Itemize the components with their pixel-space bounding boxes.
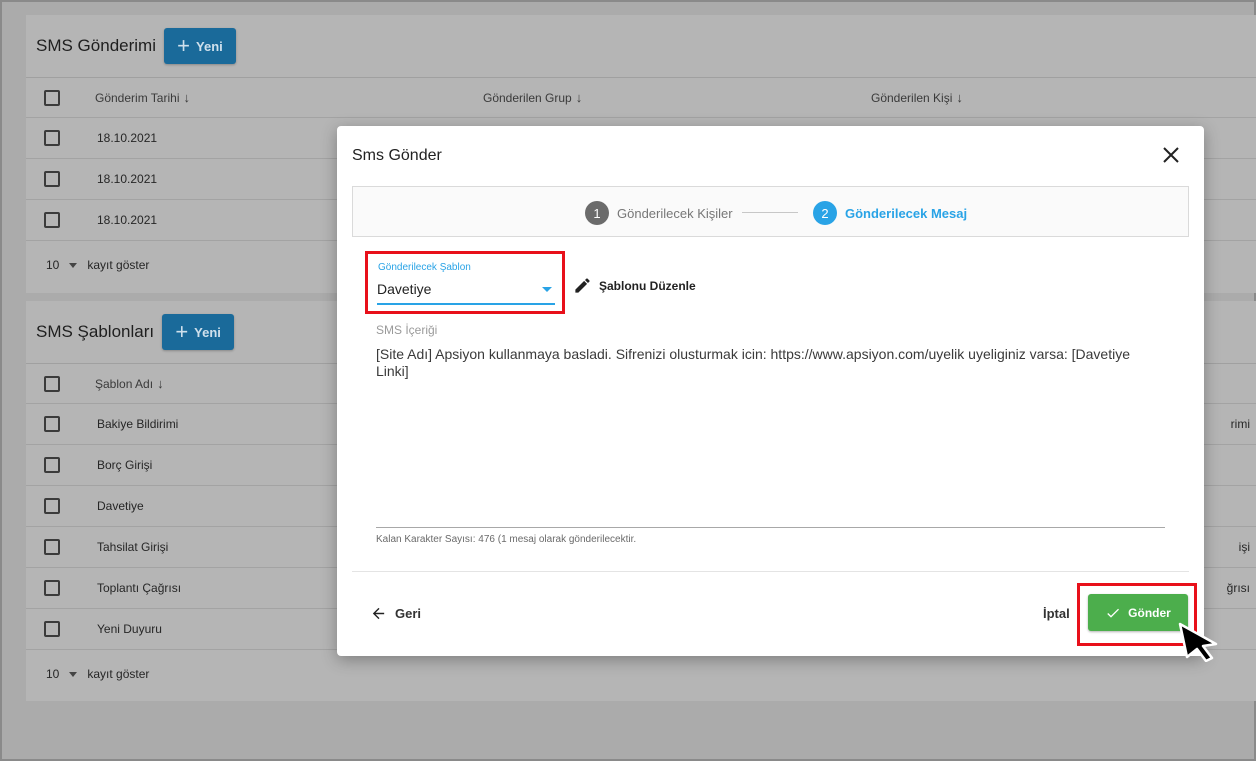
row-date: 18.10.2021	[97, 172, 158, 186]
row-checkbox[interactable]	[44, 171, 60, 187]
template-name: Tahsilat Girişi	[97, 540, 169, 554]
dropdown-caret-icon[interactable]	[69, 262, 78, 268]
new-button-label: Yeni	[194, 324, 221, 340]
table-header: Gönderim Tarihi ↓ Gönderilen Grup ↓ Gönder…	[26, 78, 1256, 118]
sms-sending-title: SMS Gönderimi	[36, 36, 156, 55]
dialog-divider	[352, 571, 1189, 572]
step-message[interactable]: 2 Gönderilecek Mesaj	[813, 201, 967, 225]
plus-icon: +	[175, 319, 189, 344]
truncated-cell: işi	[1238, 540, 1250, 554]
sort-arrow-icon: ↓	[183, 90, 190, 105]
step-recipients[interactable]: 1 Gönderilecek Kişiler	[585, 201, 733, 225]
row-checkbox[interactable]	[44, 539, 60, 555]
stepper: 1 Gönderilecek Kişiler 2 Gönderilecek Me…	[352, 186, 1189, 237]
template-name: Toplantı Çağrısı	[97, 581, 182, 595]
send-label: Gönder	[1128, 605, 1171, 620]
check-icon	[1107, 608, 1120, 618]
template-select-label: Gönderilecek Şablon	[378, 262, 471, 273]
column-header[interactable]: Gönderilen Grup ↓	[483, 90, 582, 105]
textarea-underline	[376, 527, 1165, 528]
template-name: Borç Girişi	[97, 458, 153, 472]
sms-content-textarea[interactable]: [Site Adı] Apsiyon kullanmaya basladi. S…	[376, 346, 1166, 380]
row-checkbox[interactable]	[44, 621, 60, 637]
back-label: Geri	[395, 606, 422, 621]
arrow-left-icon	[372, 607, 385, 620]
sms-content-label: SMS İçeriği	[376, 323, 438, 337]
sort-arrow-icon: ↓	[575, 90, 583, 105]
sms-sending-header: SMS Gönderimi + Yeni	[26, 15, 1256, 78]
plus-icon: +	[177, 33, 191, 58]
cancel-button[interactable]: İptal	[1043, 606, 1070, 621]
sms-templates-title: SMS Şablonları	[36, 322, 155, 341]
select-underline	[377, 303, 555, 305]
select-all-checkbox[interactable]	[44, 375, 60, 392]
template-name: Davetiye	[97, 499, 144, 513]
remaining-characters: Kalan Karakter Sayısı: 476 (1 mesaj olar…	[376, 534, 637, 545]
pencil-icon	[575, 278, 590, 293]
row-checkbox[interactable]	[44, 457, 60, 473]
row-checkbox[interactable]	[44, 580, 60, 596]
edit-template-button[interactable]: Şablonu Düzenle	[573, 276, 696, 295]
truncated-cell: ğrısı	[1226, 581, 1250, 595]
sort-arrow-icon: ↓	[956, 90, 963, 105]
page-size-control[interactable]: 10 kayıt göster	[26, 650, 1256, 698]
truncated-cell: rimi	[1230, 417, 1250, 431]
send-sms-dialog: Sms Gönder 1 Gönderilecek Kişiler 2 Gönd…	[337, 126, 1204, 656]
back-button[interactable]: Geri	[370, 605, 421, 622]
column-header[interactable]: Gönderim Tarihi ↓	[95, 90, 190, 105]
new-template-button[interactable]: + Yeni	[162, 314, 235, 350]
row-checkbox[interactable]	[44, 416, 60, 432]
edit-template-label: Şablonu Düzenle	[599, 278, 696, 293]
send-button[interactable]: Gönder	[1088, 594, 1188, 631]
step-number: 2	[813, 201, 837, 225]
mouse-cursor-icon	[1178, 622, 1218, 662]
template-name: Bakiye Bildirimi	[97, 417, 179, 431]
step-label: Gönderilecek Mesaj	[845, 205, 968, 221]
select-all-checkbox[interactable]	[44, 89, 60, 106]
template-name: Yeni Duyuru	[97, 622, 162, 636]
template-select-value[interactable]: Davetiye	[377, 281, 431, 297]
page-size-label: kayıt göster	[87, 667, 150, 681]
new-sms-sending-button[interactable]: + Yeni	[163, 28, 236, 64]
sort-arrow-icon: ↓	[157, 376, 164, 391]
dropdown-caret-icon[interactable]	[542, 287, 552, 292]
row-date: 18.10.2021	[97, 131, 158, 145]
page-size-value: 10	[46, 258, 60, 272]
step-number: 1	[585, 201, 609, 225]
row-date: 18.10.2021	[97, 213, 158, 227]
close-icon[interactable]	[1162, 146, 1180, 164]
step-label: Gönderilecek Kişiler	[617, 205, 733, 221]
dialog-title: Sms Gönder	[352, 147, 442, 164]
step-connector	[742, 212, 798, 213]
row-checkbox[interactable]	[44, 212, 60, 228]
column-header[interactable]: Şablon Adı ↓	[95, 376, 164, 391]
page-size-label: kayıt göster	[87, 258, 150, 272]
row-checkbox[interactable]	[44, 498, 60, 514]
new-button-label: Yeni	[196, 38, 223, 54]
page-size-value: 10	[46, 667, 60, 681]
row-checkbox[interactable]	[44, 130, 60, 146]
column-header[interactable]: Gönderilen Kişi ↓	[871, 90, 963, 105]
dropdown-caret-icon[interactable]	[69, 671, 78, 677]
template-select[interactable]: Gönderilecek Şablon Davetiye	[365, 251, 565, 314]
